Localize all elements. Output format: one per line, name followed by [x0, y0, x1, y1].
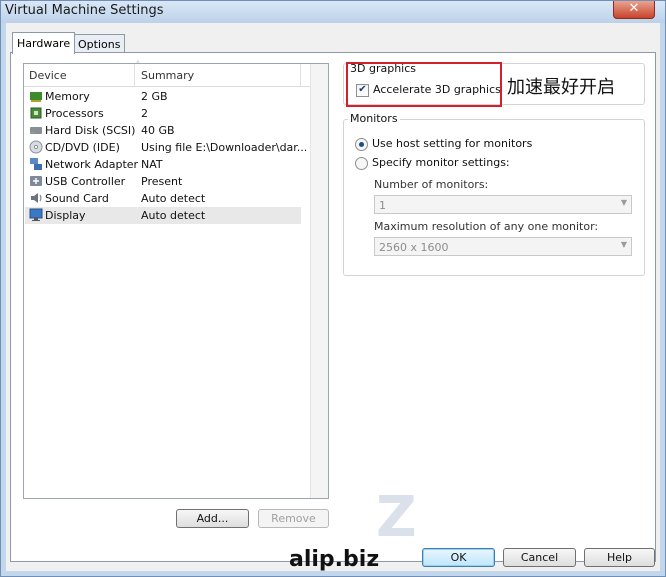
device-row-usb-controller[interactable]: USB Controller Present	[25, 173, 301, 190]
tab-hardware[interactable]: Hardware	[12, 32, 76, 54]
client-area: Hardware Options ▲ Z Device Summary Memo…	[6, 23, 660, 571]
hardware-tab-panel: ▲ Z Device Summary Memory 2 GB Processor…	[10, 52, 656, 562]
device-list-scrollbar[interactable]	[310, 64, 328, 498]
max-resolution-select[interactable]: 2560 x 1600 ▼	[374, 237, 632, 256]
faint-logo-mark: Z	[376, 485, 417, 550]
window-title: Virtual Machine Settings	[5, 3, 164, 18]
cd-dvd-icon	[29, 140, 43, 154]
chevron-down-icon: ▼	[620, 240, 627, 249]
hard-disk-icon	[30, 127, 42, 134]
display-icon	[29, 208, 43, 221]
monitors-label: Monitors	[348, 112, 400, 125]
device-row-display[interactable]: Display Auto detect	[25, 207, 301, 224]
memory-icon	[30, 92, 42, 102]
network-adapter-icon	[30, 158, 42, 170]
number-of-monitors-select[interactable]: 1 ▼	[374, 195, 632, 214]
use-host-setting-label[interactable]: Use host setting for monitors	[372, 137, 532, 150]
device-list-header: Device Summary	[24, 64, 328, 87]
specify-monitor-radio[interactable]	[355, 157, 368, 170]
number-of-monitors-label: Number of monitors:	[374, 178, 489, 191]
ok-button[interactable]: OK	[422, 548, 495, 567]
title-bar[interactable]: Virtual Machine Settings ✕	[1, 1, 665, 23]
add-device-button[interactable]: Add...	[176, 509, 249, 528]
annotation-text: 加速最好开启	[507, 77, 615, 98]
help-button[interactable]: Help	[584, 548, 655, 567]
device-row-cd-dvd[interactable]: CD/DVD (IDE) Using file E:\Downloader\da…	[25, 139, 307, 156]
close-button[interactable]: ✕	[613, 1, 655, 19]
remove-device-button[interactable]: Remove	[258, 509, 329, 528]
device-row-hard-disk[interactable]: Hard Disk (SCSI) 40 GB	[25, 122, 301, 139]
max-resolution-label: Maximum resolution of any one monitor:	[374, 220, 599, 233]
device-row-memory[interactable]: Memory 2 GB	[25, 88, 301, 105]
cancel-button[interactable]: Cancel	[503, 548, 576, 567]
sound-card-icon	[31, 193, 42, 203]
chevron-down-icon: ▼	[620, 198, 627, 207]
tab-options[interactable]: Options	[73, 34, 126, 54]
device-row-sound-card[interactable]: Sound Card Auto detect	[25, 190, 301, 207]
watermark-text: alip.biz	[289, 547, 380, 572]
device-row-network-adapter[interactable]: Network Adapter NAT	[25, 156, 301, 173]
use-host-setting-radio[interactable]	[355, 138, 368, 151]
device-column-header[interactable]: Device	[29, 69, 67, 82]
red-highlight-box	[346, 62, 502, 107]
usb-icon	[30, 176, 42, 186]
device-row-processors[interactable]: Processors 2	[25, 105, 301, 122]
processor-icon	[30, 107, 42, 119]
vm-settings-window: Virtual Machine Settings ✕ Hardware Opti…	[0, 0, 666, 577]
summary-column-header[interactable]: Summary	[141, 69, 194, 82]
monitors-group: Monitors Use host setting for monitors S…	[343, 112, 645, 276]
device-list[interactable]: Device Summary Memory 2 GB Processors 2	[23, 63, 329, 499]
specify-monitor-label[interactable]: Specify monitor settings:	[372, 156, 510, 169]
